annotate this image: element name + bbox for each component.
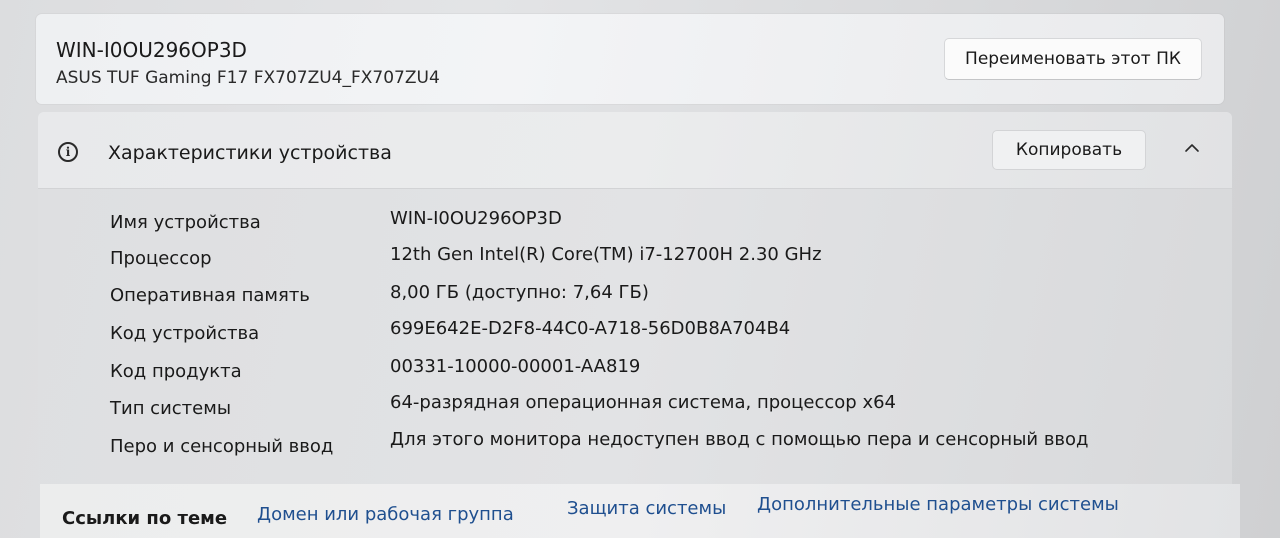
link-system-protection[interactable]: Защита системы — [567, 498, 726, 519]
specs-header[interactable]: i Характеристики устройства Копировать — [38, 112, 1232, 189]
spec-label: Код устройства — [110, 323, 260, 344]
spec-row-processor: Процессор 12th Gen Intel(R) Core(TM) i7-… — [38, 244, 1232, 282]
device-specifications-section: i Характеристики устройства Копировать И… — [38, 112, 1232, 488]
spec-label: Процессор — [110, 248, 212, 269]
spec-value: Для этого монитора недоступен ввод с пом… — [390, 429, 1089, 450]
device-model: ASUS TUF Gaming F17 FX707ZU4_FX707ZU4 — [56, 68, 440, 88]
spec-value: 8,00 ГБ (доступно: 7,64 ГБ) — [390, 282, 649, 303]
spec-label: Тип системы — [110, 398, 232, 419]
spec-value: WIN-I0OU296OP3D — [390, 208, 562, 229]
specs-list: Имя устройства WIN-I0OU296OP3D Процессор… — [38, 189, 1232, 488]
spec-value: 699E642E-D2F8-44C0-A718-56D0B8A704B4 — [390, 318, 791, 339]
link-domain-workgroup[interactable]: Домен или рабочая группа — [257, 504, 514, 525]
spec-row-device-name: Имя устройства WIN-I0OU296OP3D — [38, 208, 1232, 244]
spec-label: Имя устройства — [110, 212, 261, 233]
info-icon: i — [58, 142, 78, 162]
spec-row-system-type: Тип системы 64-разрядная операционная си… — [38, 392, 1232, 432]
chevron-up-icon[interactable] — [1180, 136, 1204, 160]
rename-pc-button[interactable]: Переименовать этот ПК — [944, 38, 1202, 80]
device-name: WIN-I0OU296OP3D — [56, 38, 247, 62]
spec-value: 00331-10000-00001-AA819 — [390, 356, 641, 377]
spec-label: Код продукта — [110, 361, 242, 382]
spec-label: Перо и сенсорный ввод — [110, 436, 334, 457]
spec-value: 64-разрядная операционная система, проце… — [390, 392, 897, 413]
specs-title: Характеристики устройства — [108, 142, 392, 164]
device-card: WIN-I0OU296OP3D ASUS TUF Gaming F17 FX70… — [36, 14, 1224, 104]
related-links-bar: Ссылки по теме Домен или рабочая группа … — [40, 484, 1240, 538]
spec-value: 12th Gen Intel(R) Core(TM) i7-12700H 2.3… — [390, 244, 822, 265]
spec-row-pen-touch: Перо и сенсорный ввод Для этого монитора… — [38, 429, 1232, 470]
copy-button[interactable]: Копировать — [992, 130, 1146, 170]
spec-row-ram: Оперативная память 8,00 ГБ (доступно: 7,… — [38, 282, 1232, 319]
spec-row-product-id: Код продукта 00331-10000-00001-AA819 — [38, 356, 1232, 395]
spec-label: Оперативная память — [110, 285, 310, 306]
spec-row-device-id: Код устройства 699E642E-D2F8-44C0-A718-5… — [38, 318, 1232, 357]
link-advanced-system-settings[interactable]: Дополнительные параметры системы — [757, 494, 1119, 515]
related-links-title: Ссылки по теме — [62, 508, 228, 529]
